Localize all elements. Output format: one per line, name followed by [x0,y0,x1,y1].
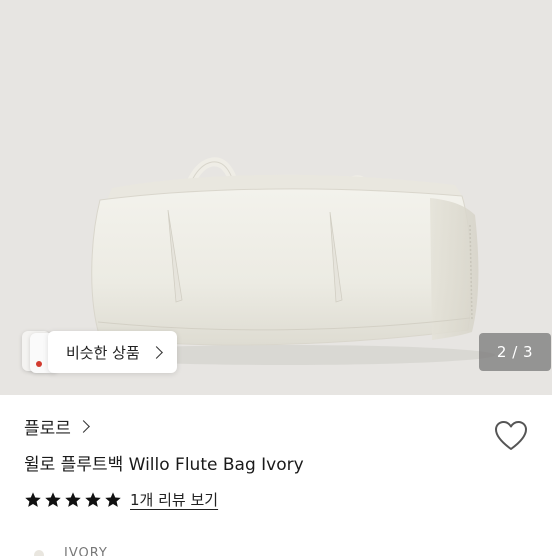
star-icon [25,491,41,507]
star-icon [45,491,61,507]
heart-outline-icon[interactable] [494,420,528,452]
option-preview: IVORY [34,544,154,556]
review-link[interactable]: 1개 리뷰 보기 [130,489,218,510]
chevron-right-icon [77,420,90,433]
color-swatch [34,550,44,556]
product-title: 윌로 플루트백 Willo Flute Bag Ivory [24,455,304,475]
image-page-counter: 2 / 3 [479,333,551,371]
option-label: IVORY [64,546,108,556]
product-image-carousel[interactable]: 비슷한 상품 2 / 3 [0,0,552,395]
star-icon [105,491,121,507]
chevron-right-icon [149,345,163,359]
brand-link[interactable]: 플로르 [24,414,90,439]
star-rating [24,491,122,509]
brand-name: 플로르 [24,419,71,439]
rating-row: 1개 리뷰 보기 [24,489,218,510]
star-icon [65,491,81,507]
star-icon [85,491,101,507]
similar-products-button[interactable]: 비슷한 상품 [48,331,177,373]
similar-products-label: 비슷한 상품 [66,343,140,362]
